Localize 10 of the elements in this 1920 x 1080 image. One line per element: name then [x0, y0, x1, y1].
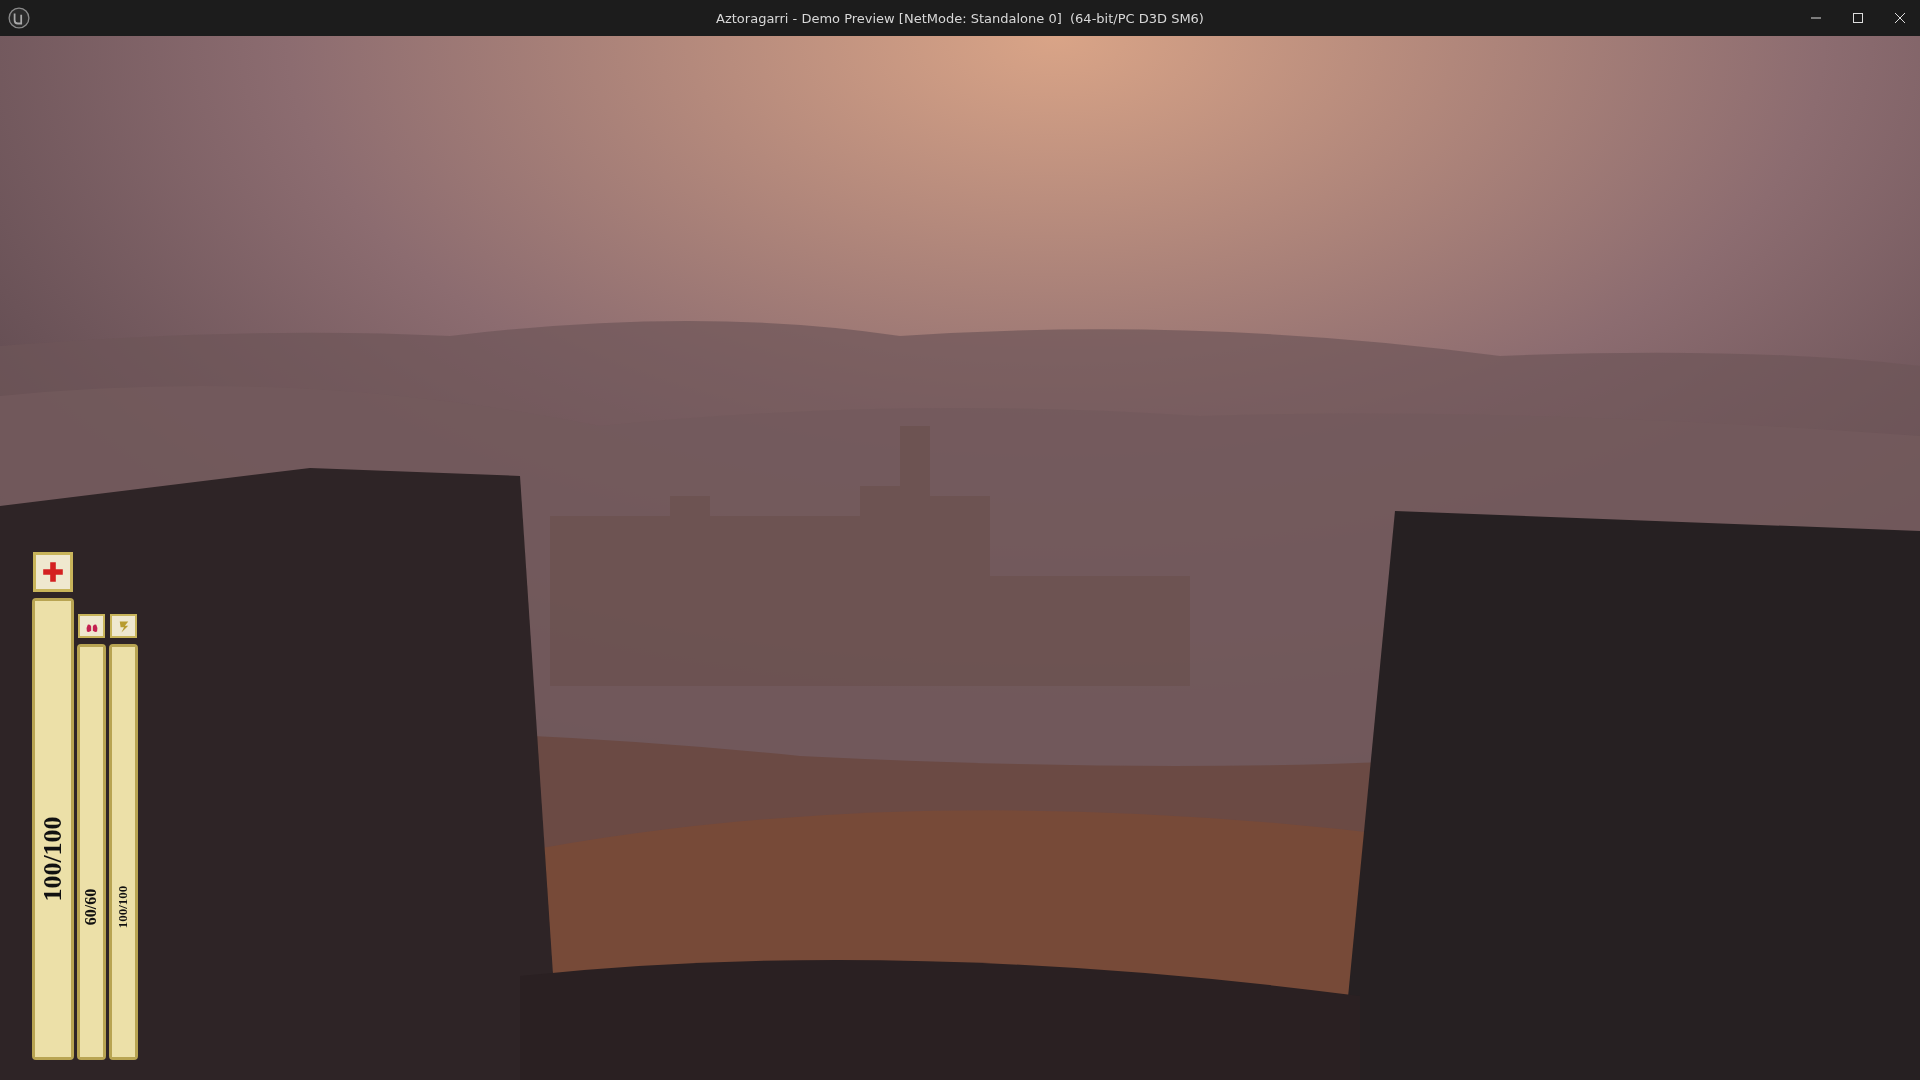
stat-reading: 100/100 — [115, 885, 132, 929]
stat-reading: 100/100 — [38, 816, 68, 902]
stat-reading: 60/60 — [82, 888, 101, 926]
maximize-icon[interactable] — [1852, 12, 1864, 24]
close-icon[interactable] — [1894, 12, 1906, 24]
engine-logo-icon — [8, 7, 30, 29]
window-title: Aztoragarri - Demo Preview [NetMode: Standalone 0] (64-bit/PC D3D SM6) — [716, 10, 1204, 26]
lightning-icon — [110, 614, 137, 638]
cross-icon — [33, 552, 73, 592]
lungs-icon — [78, 614, 105, 638]
